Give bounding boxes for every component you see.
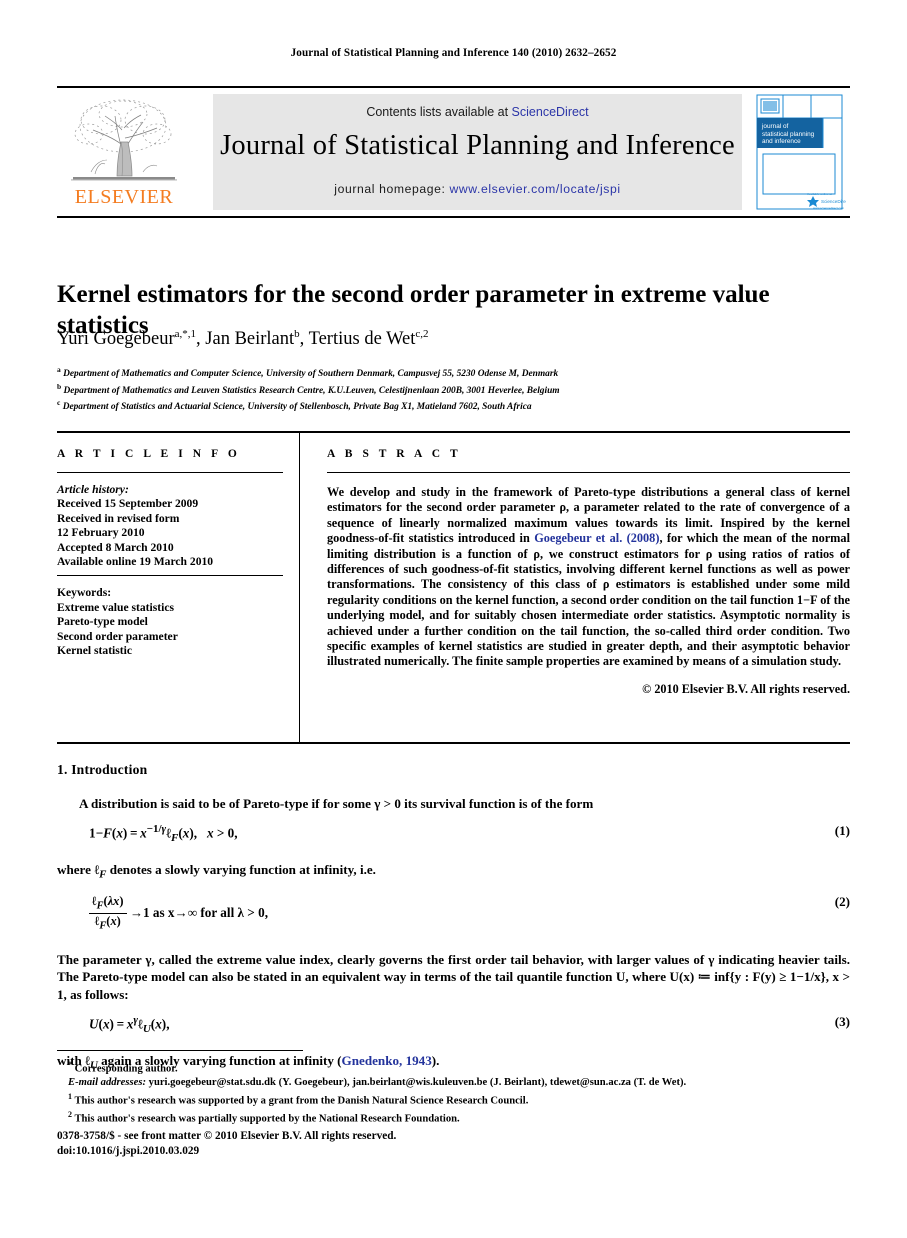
svg-text:Available online at: Available online at xyxy=(807,192,832,196)
issn-copyright-line: 0378-3758/$ - see front matter © 2010 El… xyxy=(57,1130,397,1142)
article-info-column: A R T I C L E I N F O Article history: R… xyxy=(57,448,283,658)
imprint-block: 0378-3758/$ - see front matter © 2010 El… xyxy=(57,1129,657,1158)
affiliation-marker: a xyxy=(57,365,61,374)
masthead-top-rule xyxy=(57,86,850,88)
footnote-text: This author's research was supported by … xyxy=(74,1095,529,1107)
affiliation-item: c Department of Statistics and Actuarial… xyxy=(57,397,847,414)
equation-1: 1−F(x) = x−1/γℓF(x), x > 0, (1) xyxy=(57,823,850,844)
equation-2-body: ℓF(λx) ℓF(x) →1 as x→∞ for all λ > 0, xyxy=(89,894,268,934)
info-abstract-divider xyxy=(299,433,300,742)
equation-3: U(x) = xγℓU(x), (3) xyxy=(57,1014,850,1035)
abstract-column: A B S T R A C T We develop and study in … xyxy=(327,448,850,697)
email-label: E-mail addresses: xyxy=(68,1077,146,1089)
journal-masthead: ELSEVIER Contents lists available at Sci… xyxy=(57,86,850,218)
footnotes-block: * Corresponding author. E-mail addresses… xyxy=(57,1058,847,1126)
article-info-heading: A R T I C L E I N F O xyxy=(57,448,241,460)
contents-prefix: Contents lists available at xyxy=(366,105,512,119)
homepage-prefix: journal homepage: xyxy=(334,182,450,196)
article-history-label: Article history: xyxy=(57,483,129,496)
affiliation-marker: b xyxy=(57,381,62,391)
author-list: Yuri Goegebeura,*,1, Jan Beirlantb, Tert… xyxy=(57,328,429,350)
affiliation-item: b Department of Mathematics and Leuven S… xyxy=(57,381,847,398)
sciencedirect-link[interactable]: ScienceDirect xyxy=(512,105,589,119)
paragraph-2-post: denotes a slowly varying function at inf… xyxy=(106,861,376,877)
article-history-line: Accepted 8 March 2010 xyxy=(57,540,174,554)
equation-2-tail: →1 as x→∞ for all λ > 0, xyxy=(129,904,269,920)
svg-text:journal of: journal of xyxy=(761,123,789,130)
footnote-text: This author's research was partially sup… xyxy=(74,1113,460,1125)
article-history-line: Received 15 September 2009 xyxy=(57,497,199,511)
equation-1-body: 1−F(x) = x−1/γℓF(x), x > 0, xyxy=(89,822,238,844)
footnote-note-1: 1 This author's research was supported b… xyxy=(57,1090,847,1108)
footnote-marker-1: 1 xyxy=(68,1091,72,1101)
affiliation-text: Department of Mathematics and Leuven Sta… xyxy=(63,385,560,396)
article-history-line: 12 February 2010 xyxy=(57,526,145,540)
affiliation-text: Department of Mathematics and Computer S… xyxy=(63,369,559,380)
body-paragraph-3: The parameter γ, called the extreme valu… xyxy=(57,951,850,1002)
journal-band: Contents lists available at ScienceDirec… xyxy=(213,94,742,210)
abstract-citation-link[interactable]: Goegebeur et al. (2008) xyxy=(534,531,659,545)
footnote-rule xyxy=(57,1050,303,1051)
affiliation-text: Department of Statistics and Actuarial S… xyxy=(62,402,532,413)
equation-1-number: (1) xyxy=(834,822,850,838)
section-heading-introduction: 1. Introduction xyxy=(57,762,148,777)
equation-3-number: (3) xyxy=(834,1013,850,1029)
article-info-rule xyxy=(57,472,283,473)
paper-page: Journal of Statistical Planning and Infe… xyxy=(0,0,907,1238)
affiliation-list: a Department of Mathematics and Computer… xyxy=(57,364,847,414)
abstract-part-2: , for which the mean of the normal limit… xyxy=(327,531,850,669)
doi-line: doi:10.1016/j.jspi.2010.03.029 xyxy=(57,1144,200,1157)
running-head: Journal of Statistical Planning and Infe… xyxy=(290,47,617,59)
info-block-bottom-rule xyxy=(57,742,850,744)
abstract-heading: A B S T R A C T xyxy=(327,448,462,460)
article-history-line: Available online 19 March 2010 xyxy=(57,555,214,569)
footnote-note-2: 2 This author's research was partially s… xyxy=(57,1108,847,1126)
abstract-copyright: © 2010 Elsevier B.V. All rights reserved… xyxy=(642,681,850,696)
svg-text:ScienceDirect: ScienceDirect xyxy=(821,199,846,204)
elsevier-logo: ELSEVIER xyxy=(65,94,183,212)
footnote-text: Corresponding author. xyxy=(74,1063,178,1075)
contents-available-line: Contents lists available at ScienceDirec… xyxy=(213,105,742,119)
paragraph-2-pre: where xyxy=(57,861,95,877)
keyword-item: Pareto-type model xyxy=(57,615,148,629)
cover-image: journal of statistical planning and infe… xyxy=(753,92,846,212)
body-paragraph-1: A distribution is said to be of Pareto-t… xyxy=(79,796,594,811)
abstract-rule xyxy=(327,472,850,473)
journal-cover-thumbnail: journal of statistical planning and infe… xyxy=(753,92,846,212)
equation-3-body: U(x) = xγℓU(x), xyxy=(89,1013,170,1035)
affiliation-marker: c xyxy=(57,398,61,408)
footnote-emails: E-mail addresses: yuri.goegebeur@stat.sd… xyxy=(57,1076,847,1090)
journal-title: Journal of Statistical Planning and Infe… xyxy=(220,130,735,161)
masthead-bottom-rule xyxy=(57,216,850,218)
keyword-item: Second order parameter xyxy=(57,629,178,643)
keyword-item: Kernel statistic xyxy=(57,644,133,658)
journal-homepage-line: journal homepage: www.elsevier.com/locat… xyxy=(213,182,742,196)
abstract-text: We develop and study in the framework of… xyxy=(327,485,850,670)
article-info-mid-rule xyxy=(57,575,283,577)
elsevier-wordmark: ELSEVIER xyxy=(74,186,174,208)
equation-2-fraction: ℓF(λx) ℓF(x) xyxy=(89,894,127,934)
equation-2-number: (2) xyxy=(834,893,850,909)
footnote-marker-2: 2 xyxy=(68,1109,72,1119)
svg-text:and inference: and inference xyxy=(762,138,801,145)
svg-text:www.sciencedirect.com: www.sciencedirect.com xyxy=(813,206,845,210)
article-history-line: Received in revised form xyxy=(57,511,180,525)
svg-text:statistical planning: statistical planning xyxy=(762,131,815,138)
journal-homepage-link[interactable]: www.elsevier.com/locate/jspi xyxy=(449,182,620,196)
article-body: 1. Introduction A distribution is said t… xyxy=(57,762,850,1075)
article-history: Article history: Received 15 September 2… xyxy=(57,483,283,569)
elsevier-tree-icon xyxy=(71,99,177,181)
equation-2: ℓF(λx) ℓF(x) →1 as x→∞ for all λ > 0, (2) xyxy=(57,894,850,934)
keyword-item: Extreme value statistics xyxy=(57,600,174,614)
affiliation-item: a Department of Mathematics and Computer… xyxy=(57,364,847,381)
keywords-label: Keywords: xyxy=(57,586,112,600)
asterisk-marker: * xyxy=(68,1060,72,1069)
footnote-corresponding-author: * Corresponding author. xyxy=(57,1058,847,1076)
info-block-top-rule xyxy=(57,431,850,433)
body-paragraph-2: where ℓF denotes a slowly varying functi… xyxy=(57,861,376,881)
keywords-block: Keywords: Extreme value statistics Paret… xyxy=(57,586,283,658)
email-addresses: yuri.goegebeur@stat.sdu.dk (Y. Goegebeur… xyxy=(148,1077,687,1089)
